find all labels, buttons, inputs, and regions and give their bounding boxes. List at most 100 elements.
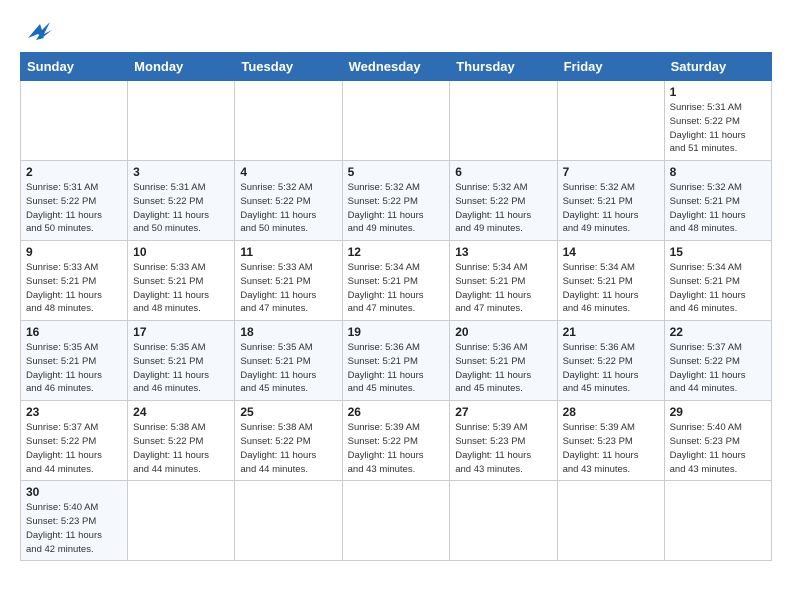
- logo-bird-icon: [22, 20, 58, 44]
- calendar-week-row: 9 Sunrise: 5:33 AM Sunset: 5:21 PM Daylig…: [21, 241, 772, 321]
- calendar-cell: [21, 81, 128, 161]
- calendar-cell: 22 Sunrise: 5:37 AM Sunset: 5:22 PM Dayli…: [664, 321, 771, 401]
- day-number: 22: [670, 325, 766, 339]
- weekday-header-friday: Friday: [557, 53, 664, 81]
- calendar-cell: [557, 481, 664, 561]
- day-number: 30: [26, 485, 122, 499]
- calendar-cell: 10 Sunrise: 5:33 AM Sunset: 5:21 PM Dayli…: [128, 241, 235, 321]
- calendar-cell: 25 Sunrise: 5:38 AM Sunset: 5:22 PM Dayli…: [235, 401, 342, 481]
- calendar-cell: 2 Sunrise: 5:31 AM Sunset: 5:22 PM Daylig…: [21, 161, 128, 241]
- day-info: Sunrise: 5:33 AM Sunset: 5:21 PM Dayligh…: [133, 261, 229, 316]
- calendar-cell: 15 Sunrise: 5:34 AM Sunset: 5:21 PM Dayli…: [664, 241, 771, 321]
- day-info: Sunrise: 5:37 AM Sunset: 5:22 PM Dayligh…: [26, 421, 122, 476]
- weekday-header-tuesday: Tuesday: [235, 53, 342, 81]
- calendar-cell: [450, 81, 557, 161]
- day-number: 28: [563, 405, 659, 419]
- day-number: 24: [133, 405, 229, 419]
- day-info: Sunrise: 5:39 AM Sunset: 5:22 PM Dayligh…: [348, 421, 445, 476]
- day-info: Sunrise: 5:36 AM Sunset: 5:21 PM Dayligh…: [455, 341, 551, 396]
- logo: [20, 20, 58, 44]
- day-info: Sunrise: 5:38 AM Sunset: 5:22 PM Dayligh…: [133, 421, 229, 476]
- day-number: 16: [26, 325, 122, 339]
- day-info: Sunrise: 5:33 AM Sunset: 5:21 PM Dayligh…: [240, 261, 336, 316]
- day-number: 17: [133, 325, 229, 339]
- day-info: Sunrise: 5:34 AM Sunset: 5:21 PM Dayligh…: [455, 261, 551, 316]
- day-info: Sunrise: 5:35 AM Sunset: 5:21 PM Dayligh…: [26, 341, 122, 396]
- calendar-cell: 27 Sunrise: 5:39 AM Sunset: 5:23 PM Dayli…: [450, 401, 557, 481]
- calendar-cell: [128, 81, 235, 161]
- day-number: 2: [26, 165, 122, 179]
- day-info: Sunrise: 5:35 AM Sunset: 5:21 PM Dayligh…: [240, 341, 336, 396]
- weekday-header-saturday: Saturday: [664, 53, 771, 81]
- calendar-cell: [235, 81, 342, 161]
- calendar-cell: 30 Sunrise: 5:40 AM Sunset: 5:23 PM Dayli…: [21, 481, 128, 561]
- day-number: 20: [455, 325, 551, 339]
- day-number: 8: [670, 165, 766, 179]
- calendar-table: SundayMondayTuesdayWednesdayThursdayFrid…: [20, 52, 772, 561]
- day-number: 23: [26, 405, 122, 419]
- day-info: Sunrise: 5:31 AM Sunset: 5:22 PM Dayligh…: [670, 101, 766, 156]
- calendar-cell: [235, 481, 342, 561]
- day-number: 10: [133, 245, 229, 259]
- day-info: Sunrise: 5:36 AM Sunset: 5:22 PM Dayligh…: [563, 341, 659, 396]
- calendar-cell: [450, 481, 557, 561]
- calendar-cell: [664, 481, 771, 561]
- weekday-header-monday: Monday: [128, 53, 235, 81]
- page-header: [20, 16, 772, 44]
- calendar-header-row: SundayMondayTuesdayWednesdayThursdayFrid…: [21, 53, 772, 81]
- calendar-cell: 5Sunrise: 5:32 AM Sunset: 5:22 PM Daylig…: [342, 161, 450, 241]
- calendar-week-row: 16 Sunrise: 5:35 AM Sunset: 5:21 PM Dayli…: [21, 321, 772, 401]
- day-number: 7: [563, 165, 659, 179]
- day-number: 11: [240, 245, 336, 259]
- day-number: 1: [670, 85, 766, 99]
- weekday-header-wednesday: Wednesday: [342, 53, 450, 81]
- calendar-cell: 29 Sunrise: 5:40 AM Sunset: 5:23 PM Dayli…: [664, 401, 771, 481]
- day-info: Sunrise: 5:34 AM Sunset: 5:21 PM Dayligh…: [563, 261, 659, 316]
- day-number: 29: [670, 405, 766, 419]
- calendar-cell: 6Sunrise: 5:32 AM Sunset: 5:22 PM Daylig…: [450, 161, 557, 241]
- day-info: Sunrise: 5:38 AM Sunset: 5:22 PM Dayligh…: [240, 421, 336, 476]
- day-info: Sunrise: 5:32 AM Sunset: 5:22 PM Dayligh…: [240, 181, 336, 236]
- calendar-cell: [128, 481, 235, 561]
- day-info: Sunrise: 5:33 AM Sunset: 5:21 PM Dayligh…: [26, 261, 122, 316]
- calendar-cell: [342, 81, 450, 161]
- calendar-cell: 17 Sunrise: 5:35 AM Sunset: 5:21 PM Dayli…: [128, 321, 235, 401]
- day-info: Sunrise: 5:32 AM Sunset: 5:21 PM Dayligh…: [563, 181, 659, 236]
- calendar-cell: 12Sunrise: 5:34 AM Sunset: 5:21 PM Dayli…: [342, 241, 450, 321]
- calendar-cell: 21 Sunrise: 5:36 AM Sunset: 5:22 PM Dayli…: [557, 321, 664, 401]
- day-number: 19: [348, 325, 445, 339]
- calendar-cell: 1 Sunrise: 5:31 AM Sunset: 5:22 PM Daylig…: [664, 81, 771, 161]
- calendar-cell: 7 Sunrise: 5:32 AM Sunset: 5:21 PM Daylig…: [557, 161, 664, 241]
- day-number: 18: [240, 325, 336, 339]
- day-number: 26: [348, 405, 445, 419]
- day-info: Sunrise: 5:31 AM Sunset: 5:22 PM Dayligh…: [26, 181, 122, 236]
- day-number: 12: [348, 245, 445, 259]
- day-info: Sunrise: 5:39 AM Sunset: 5:23 PM Dayligh…: [455, 421, 551, 476]
- calendar-week-row: 2 Sunrise: 5:31 AM Sunset: 5:22 PM Daylig…: [21, 161, 772, 241]
- day-number: 13: [455, 245, 551, 259]
- calendar-week-row: 30 Sunrise: 5:40 AM Sunset: 5:23 PM Dayli…: [21, 481, 772, 561]
- day-info: Sunrise: 5:32 AM Sunset: 5:22 PM Dayligh…: [348, 181, 445, 236]
- day-number: 15: [670, 245, 766, 259]
- calendar-cell: 16 Sunrise: 5:35 AM Sunset: 5:21 PM Dayli…: [21, 321, 128, 401]
- day-info: Sunrise: 5:31 AM Sunset: 5:22 PM Dayligh…: [133, 181, 229, 236]
- calendar-cell: 8Sunrise: 5:32 AM Sunset: 5:21 PM Daylig…: [664, 161, 771, 241]
- day-info: Sunrise: 5:40 AM Sunset: 5:23 PM Dayligh…: [670, 421, 766, 476]
- day-info: Sunrise: 5:35 AM Sunset: 5:21 PM Dayligh…: [133, 341, 229, 396]
- day-info: Sunrise: 5:37 AM Sunset: 5:22 PM Dayligh…: [670, 341, 766, 396]
- calendar-cell: 23 Sunrise: 5:37 AM Sunset: 5:22 PM Dayli…: [21, 401, 128, 481]
- day-number: 14: [563, 245, 659, 259]
- day-number: 9: [26, 245, 122, 259]
- day-number: 25: [240, 405, 336, 419]
- calendar-cell: 18 Sunrise: 5:35 AM Sunset: 5:21 PM Dayli…: [235, 321, 342, 401]
- day-number: 6: [455, 165, 551, 179]
- day-info: Sunrise: 5:36 AM Sunset: 5:21 PM Dayligh…: [348, 341, 445, 396]
- calendar-week-row: 23 Sunrise: 5:37 AM Sunset: 5:22 PM Dayli…: [21, 401, 772, 481]
- calendar-cell: 19 Sunrise: 5:36 AM Sunset: 5:21 PM Dayli…: [342, 321, 450, 401]
- calendar-cell: 3Sunrise: 5:31 AM Sunset: 5:22 PM Daylig…: [128, 161, 235, 241]
- day-number: 21: [563, 325, 659, 339]
- weekday-header-thursday: Thursday: [450, 53, 557, 81]
- day-number: 27: [455, 405, 551, 419]
- day-info: Sunrise: 5:40 AM Sunset: 5:23 PM Dayligh…: [26, 501, 122, 556]
- day-info: Sunrise: 5:34 AM Sunset: 5:21 PM Dayligh…: [670, 261, 766, 316]
